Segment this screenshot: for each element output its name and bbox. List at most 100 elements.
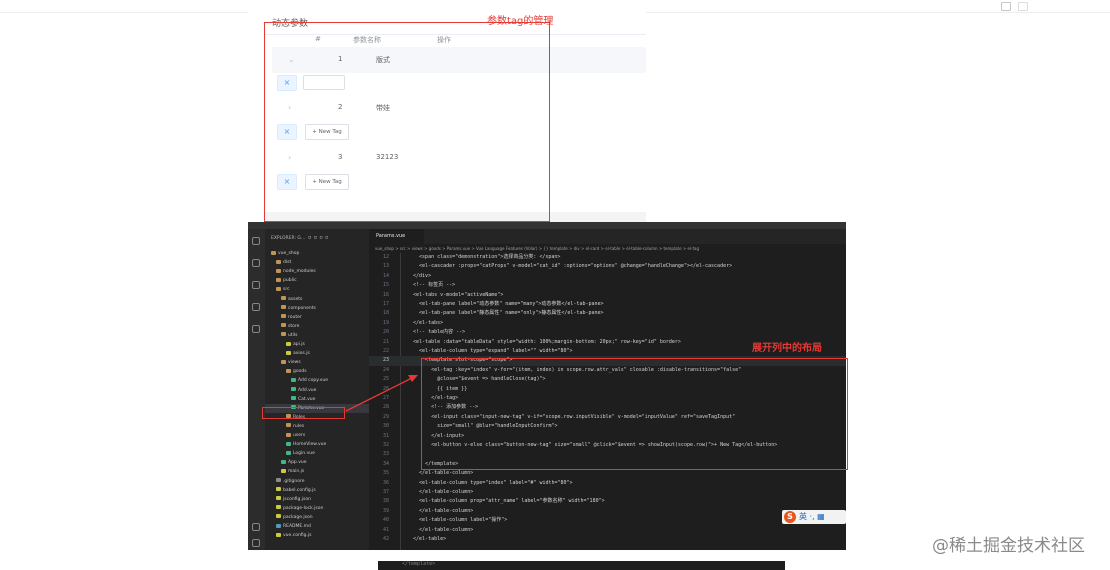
tree-item[interactable]: public	[265, 276, 369, 285]
tree-item[interactable]: node_modules	[265, 267, 369, 276]
code-text: <el-cascader :props="catProps" v-model="…	[407, 263, 733, 270]
js-file-icon	[286, 341, 291, 346]
tree-item[interactable]: api.js	[265, 340, 369, 349]
folder-icon	[286, 423, 291, 428]
tree-item[interactable]: main.js	[265, 467, 369, 476]
code-line[interactable]: 17 <el-tab-pane label="动态参数" name="many"…	[369, 300, 846, 309]
tree-item-label: rules	[293, 423, 305, 429]
tree-item[interactable]: jsconfig.json	[265, 495, 369, 504]
code-line[interactable]: 40 <el-table-column label="操作">	[369, 516, 846, 525]
folder-open-icon	[286, 368, 291, 373]
code-line[interactable]: 15 <!-- 标签页 -->	[369, 281, 846, 290]
code-line[interactable]: 20 <!-- table内容 -->	[369, 328, 846, 337]
line-number: 22	[382, 348, 389, 354]
code-line[interactable]: 35 </el-table-column>	[369, 469, 846, 478]
code-text: </el-table-column>	[407, 489, 474, 495]
code-text: <span class="demonstration">选择商品分类: </sp…	[407, 254, 561, 260]
tree-item[interactable]: src	[265, 285, 369, 294]
code-line[interactable]: 39 </el-table-column>	[369, 507, 846, 516]
tab-params-vue[interactable]: Params.vue	[369, 229, 424, 244]
json-file-icon	[276, 514, 281, 519]
line-number: 14	[382, 272, 389, 279]
tree-item[interactable]: store	[265, 322, 369, 331]
line-number: 24	[382, 366, 389, 373]
tree-item-label: main.js	[288, 469, 305, 475]
code-line[interactable]: 16 <el-tabs v-model="activeName">	[369, 291, 846, 300]
window-icon[interactable]	[1001, 2, 1011, 11]
tree-item[interactable]: vue.config.js	[265, 531, 369, 540]
code-line[interactable]: 13 <el-cascader :props="catProps" v-mode…	[369, 262, 846, 271]
folder-icon	[276, 277, 281, 282]
tab-bar: Params.vue	[369, 229, 846, 244]
tree-item-label: package-lock.json	[283, 505, 324, 511]
tree-item-label: router	[288, 314, 302, 320]
code-line[interactable]: 37 </el-table-column>	[369, 488, 846, 497]
code-line[interactable]: 36 <el-table-column type="index" label="…	[369, 479, 846, 488]
js-file-icon	[281, 468, 286, 473]
line-number: 34	[382, 460, 389, 467]
code-line[interactable]: 14 </div>	[369, 272, 846, 281]
tree-item[interactable]: Add.vue	[265, 386, 369, 395]
activity-bar	[248, 229, 265, 550]
tree-item[interactable]: axios.js	[265, 349, 369, 358]
explorer-title: EXPLORER: G...	[271, 236, 306, 241]
window-icon[interactable]	[1018, 2, 1028, 11]
breadcrumb[interactable]: vue_shop > src > views > goods > Params.…	[369, 244, 846, 253]
code-line[interactable]: 41 </el-table-column>	[369, 526, 846, 535]
folder-icon	[286, 432, 291, 437]
account-icon[interactable]	[252, 523, 260, 531]
tree-item[interactable]: Cat.vue	[265, 395, 369, 404]
tree-item[interactable]: package-lock.json	[265, 504, 369, 513]
code-text: </el-table-column>	[407, 470, 474, 477]
tree-item[interactable]: vue_shop	[265, 249, 369, 258]
source-control-icon[interactable]	[252, 281, 260, 289]
tree-item[interactable]: assets	[265, 295, 369, 304]
ime-toolbar[interactable]: S 英 ·, ▦	[782, 510, 846, 524]
folder-open-icon	[281, 359, 286, 364]
folder-icon	[281, 323, 286, 328]
tree-item-label: components	[288, 305, 316, 311]
files-icon[interactable]	[252, 237, 260, 245]
code-line[interactable]: 18 <el-tab-pane label="静态属性" name="only"…	[369, 309, 846, 318]
tree-item-label: src	[283, 287, 290, 293]
folder-open-icon	[271, 250, 276, 255]
annotation-label: 展开列中的布局	[752, 343, 822, 354]
vue-file-icon	[286, 450, 291, 455]
code-line[interactable]: 19 </el-tabs>	[369, 319, 846, 328]
js-file-icon	[286, 350, 291, 355]
tree-item-label: public	[283, 278, 297, 284]
tree-item[interactable]: dist	[265, 258, 369, 267]
explorer-actions-icon[interactable]: ▫▫▫▫	[308, 234, 330, 241]
code-line[interactable]: 12 <span class="demonstration">选择商品分类: <…	[369, 253, 846, 262]
line-number: 29	[382, 413, 389, 420]
tree-item[interactable]: components	[265, 304, 369, 313]
tree-item[interactable]: router	[265, 313, 369, 322]
tree-item[interactable]: users	[265, 431, 369, 440]
folder-icon	[281, 314, 286, 319]
tree-item[interactable]: README.md	[265, 522, 369, 531]
code-line[interactable]: 38 <el-table-column prop="attr_name" lab…	[369, 497, 846, 506]
folder-open-icon	[276, 286, 281, 291]
tree-item[interactable]: views	[265, 358, 369, 367]
code-fragment: </template>	[402, 561, 436, 567]
code-line[interactable]: 42 </el-table>	[369, 535, 846, 544]
tree-item[interactable]: App.vue	[265, 458, 369, 467]
md-file-icon	[276, 523, 281, 528]
tree-item[interactable]: package.json	[265, 513, 369, 522]
line-number: 15	[382, 282, 389, 289]
tree-item[interactable]: babel.config.js	[265, 486, 369, 495]
tree-item[interactable]: goods	[265, 367, 369, 376]
folder-open-icon	[281, 332, 286, 337]
tree-item[interactable]: rules	[265, 422, 369, 431]
tree-item-label: node_modules	[283, 269, 316, 275]
run-debug-icon[interactable]	[252, 303, 260, 311]
extensions-icon[interactable]	[252, 325, 260, 333]
search-icon[interactable]	[252, 259, 260, 267]
tree-item[interactable]: .gitignore	[265, 477, 369, 486]
tree-item[interactable]: utils	[265, 331, 369, 340]
gear-icon[interactable]	[252, 539, 260, 547]
tree-item[interactable]: Login.vue	[265, 449, 369, 458]
tree-item[interactable]: Add copy.vue	[265, 376, 369, 385]
tree-item[interactable]: HomeView.vue	[265, 440, 369, 449]
tree-item-label: api.js	[293, 342, 305, 347]
